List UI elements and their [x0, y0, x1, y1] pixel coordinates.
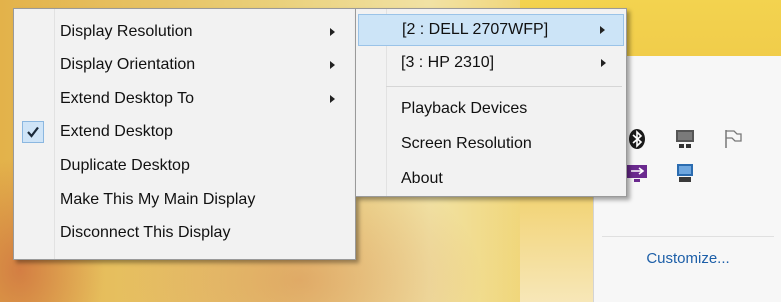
network-display-icon[interactable]: [674, 162, 696, 184]
menu-item-duplicate-desktop[interactable]: Duplicate Desktop: [16, 150, 353, 182]
menu-item-label: Screen Resolution: [401, 135, 532, 152]
menu-item-extend-desktop[interactable]: Extend Desktop: [16, 116, 353, 148]
menu-item-label: Playback Devices: [401, 100, 528, 117]
usb-display-icon[interactable]: [626, 162, 648, 184]
menu-item-label: [2 : DELL 2707WFP]: [402, 21, 549, 38]
menu-item-display-resolution[interactable]: Display Resolution: [16, 16, 353, 48]
menu-item-disconnect-display[interactable]: Disconnect This Display: [16, 217, 353, 249]
submenu-arrow-icon: [330, 95, 335, 103]
menu-item-label: Extend Desktop: [60, 123, 173, 140]
submenu-item-about[interactable]: About: [358, 163, 624, 195]
panel-divider: [602, 236, 774, 237]
menu-item-label: Make This My Main Display: [60, 191, 256, 208]
menu-item-label: Extend Desktop To: [60, 90, 195, 107]
menu-item-label: [3 : HP 2310]: [401, 54, 495, 71]
menu-item-label: Display Resolution: [60, 23, 193, 40]
display-submenu: [2 : DELL 2707WFP] [3 : HP 2310] Playbac…: [355, 8, 627, 197]
customize-link[interactable]: Customize...: [594, 250, 781, 267]
menu-item-label: Duplicate Desktop: [60, 157, 190, 174]
menu-item-extend-desktop-to[interactable]: Extend Desktop To: [16, 83, 353, 115]
action-center-flag-icon[interactable]: [722, 128, 744, 150]
bluetooth-icon[interactable]: [626, 128, 648, 150]
display-icon[interactable]: [674, 128, 696, 150]
submenu-item-hp-2310[interactable]: [3 : HP 2310]: [358, 47, 624, 79]
submenu-arrow-icon: [330, 28, 335, 36]
submenu-arrow-icon: [600, 26, 605, 34]
submenu-item-screen-resolution[interactable]: Screen Resolution: [358, 128, 624, 160]
menu-item-label: Disconnect This Display: [60, 224, 231, 241]
menu-item-label: Display Orientation: [60, 56, 196, 73]
checkmark-icon: [22, 121, 44, 143]
submenu-arrow-icon: [601, 59, 606, 67]
submenu-arrow-icon: [330, 61, 335, 69]
submenu-item-dell-2707wfp[interactable]: [2 : DELL 2707WFP]: [358, 14, 624, 46]
menu-item-label: About: [401, 170, 443, 187]
menu-separator: [386, 86, 622, 87]
menu-item-display-orientation[interactable]: Display Orientation: [16, 49, 353, 81]
menu-item-make-main-display[interactable]: Make This My Main Display: [16, 184, 353, 216]
submenu-item-playback-devices[interactable]: Playback Devices: [358, 93, 624, 125]
display-context-menu: Display Resolution Display Orientation E…: [13, 8, 356, 260]
